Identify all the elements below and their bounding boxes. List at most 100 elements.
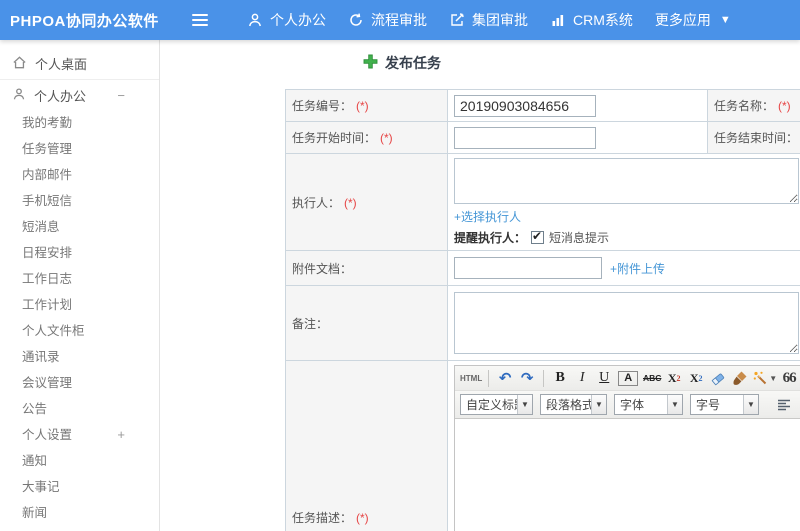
row-task-time: 任务开始时间：(*) 任务结束时间：(*): [285, 121, 800, 154]
font-family-select[interactable]: 字体 ▼: [614, 394, 683, 415]
redo-icon[interactable]: ↷: [517, 369, 537, 387]
magic-wand-icon[interactable]: ▼: [752, 369, 777, 387]
row-executor: 执行人：(*) +选择执行人 提醒执行人： 短消息提示: [285, 153, 800, 251]
nav-label: CRM系统: [573, 12, 633, 28]
nav-item-crm[interactable]: CRM系统: [539, 0, 644, 40]
row-task-number: 任务编号：(*) 任务名称：(*): [285, 89, 800, 122]
process-cycle-icon: [348, 12, 364, 28]
topbar: PHPOA协同办公软件 个人办公 流程审批 集团审批 CRM系统 更多应用 ▼: [0, 0, 800, 40]
page-title: 发布任务: [385, 55, 441, 71]
strikethrough-button[interactable]: ABC: [642, 369, 662, 387]
bar-chart-icon: [550, 12, 566, 28]
sidebar: 个人桌面 个人办公 − 我的考勤 任务管理 内部邮件 手机短信 短消息 日程安排…: [0, 40, 160, 531]
main-content: 发布任务 任务编号：(*) 任务名称：(*) 任务开始时间：(*): [160, 40, 800, 531]
eraser-icon[interactable]: [708, 369, 728, 387]
required-mark: (*): [778, 99, 791, 113]
sidebar-item-news[interactable]: 新闻: [0, 500, 159, 526]
rich-text-editor: HTML ↶ ↷ B I U A ABC X2 X2 ▼ 66 自定义标题 ▼ …: [454, 365, 800, 531]
sidebar-section-personal-office[interactable]: 个人办公 −: [0, 80, 159, 110]
nav-label: 集团审批: [472, 12, 528, 28]
edit-square-icon: [449, 12, 465, 28]
task-name-label-cell: 任务名称： (*): [707, 89, 800, 122]
heading-select[interactable]: 自定义标题 ▼: [460, 394, 533, 415]
hamburger-menu-icon[interactable]: [192, 14, 208, 26]
sidebar-item-work-log[interactable]: 工作日志: [0, 266, 159, 292]
row-description: 任务描述： (*) HTML ↶ ↷ B I U A ABC X 2 X 2 ▼…: [285, 360, 800, 531]
select-arrow-icon: ▼: [517, 395, 532, 414]
collapse-minus-icon[interactable]: −: [117, 88, 125, 103]
app-brand: PHPOA协同办公软件: [10, 12, 159, 30]
sidebar-item-work-plan[interactable]: 工作计划: [0, 292, 159, 318]
underline-button[interactable]: U: [594, 369, 614, 387]
sidebar-item-file-cabinet[interactable]: 个人文件柜: [0, 318, 159, 344]
sms-remind-label: 短消息提示: [549, 231, 610, 245]
html-source-button[interactable]: HTML: [460, 369, 482, 387]
sidebar-item-desktop[interactable]: 个人桌面: [0, 48, 159, 80]
row-remark: 备注：: [285, 285, 800, 361]
required-mark: (*): [356, 99, 369, 113]
nav-item-more-apps[interactable]: 更多应用 ▼: [644, 0, 742, 40]
remark-textarea[interactable]: [454, 292, 799, 354]
align-left-icon[interactable]: [774, 396, 794, 414]
nav-item-group-approval[interactable]: 集团审批: [438, 0, 539, 40]
sidebar-item-label: 个人办公: [34, 88, 87, 104]
remind-executor-label: 提醒执行人：: [454, 231, 527, 245]
format-brush-icon[interactable]: [730, 369, 750, 387]
start-time-input[interactable]: [454, 126, 596, 149]
bold-button[interactable]: B: [550, 369, 570, 387]
person-icon: [247, 12, 263, 28]
person-icon: [12, 87, 26, 104]
attachment-upload-link[interactable]: +附件上传: [610, 260, 665, 277]
task-number-input[interactable]: [454, 94, 596, 117]
expand-plus-icon[interactable]: +: [117, 422, 125, 448]
plus-icon: [363, 54, 378, 72]
nav-item-personal-office[interactable]: 个人办公: [236, 0, 337, 40]
row-attachment: 附件文档： +附件上传: [285, 250, 800, 286]
sidebar-item-meeting-management[interactable]: 会议管理: [0, 370, 159, 396]
sidebar-item-task-management[interactable]: 任务管理: [0, 136, 159, 162]
page-header: 发布任务: [363, 53, 800, 73]
editor-content-area[interactable]: [455, 419, 800, 531]
sidebar-item-short-message[interactable]: 短消息: [0, 214, 159, 240]
remark-label-cell: 备注：: [285, 285, 448, 361]
italic-button[interactable]: I: [572, 369, 592, 387]
nav-label: 流程审批: [371, 12, 427, 28]
sms-remind-checkbox[interactable]: [531, 229, 545, 244]
sidebar-item-mobile-sms[interactable]: 手机短信: [0, 188, 159, 214]
paragraph-format-select[interactable]: 段落格式 ▼: [540, 394, 607, 415]
font-style-button[interactable]: A: [618, 370, 639, 386]
blockquote-button[interactable]: 66: [779, 369, 799, 387]
select-arrow-icon: ▼: [591, 395, 606, 414]
sidebar-item-label: 个人桌面: [35, 57, 88, 72]
sidebar-item-announcement[interactable]: 公告: [0, 396, 159, 422]
attachment-input[interactable]: [454, 257, 602, 279]
sidebar-item-events[interactable]: 大事记: [0, 474, 159, 500]
choose-executor-link[interactable]: +选择执行人: [454, 210, 521, 224]
home-icon: [12, 55, 27, 73]
subscript-button[interactable]: X2: [686, 369, 706, 387]
sidebar-item-contacts[interactable]: 通讯录: [0, 344, 159, 370]
description-label-cell: 任务描述： (*): [285, 360, 448, 531]
sidebar-item-attendance[interactable]: 我的考勤: [0, 110, 159, 136]
sidebar-item-internal-mail[interactable]: 内部邮件: [0, 162, 159, 188]
required-mark: (*): [344, 195, 357, 210]
sidebar-item-notice[interactable]: 通知: [0, 448, 159, 474]
required-mark: (*): [380, 131, 393, 145]
select-arrow-icon: ▼: [743, 395, 758, 414]
nav-label: 更多应用: [654, 12, 711, 28]
caret-down-icon: ▼: [719, 14, 731, 26]
executor-label-cell: 执行人： (*): [285, 153, 448, 251]
select-arrow-icon: ▼: [667, 395, 682, 414]
font-size-select[interactable]: 字号 ▼: [690, 394, 759, 415]
end-time-label-cell: 任务结束时间：(*): [707, 121, 800, 154]
start-time-label-cell: 任务开始时间： (*): [285, 121, 448, 154]
publish-task-form: 任务编号：(*) 任务名称：(*) 任务开始时间：(*) 任务结束时间: [285, 89, 800, 531]
editor-toolbar-row1: HTML ↶ ↷ B I U A ABC X2 X2 ▼ 66: [455, 366, 800, 391]
superscript-button[interactable]: X2: [664, 369, 684, 387]
executor-textarea[interactable]: [454, 158, 799, 204]
sidebar-item-personal-settings[interactable]: 个人设置 +: [0, 422, 159, 448]
nav-item-process-approval[interactable]: 流程审批: [337, 0, 438, 40]
undo-icon[interactable]: ↶: [495, 369, 515, 387]
sidebar-item-schedule[interactable]: 日程安排: [0, 240, 159, 266]
attachment-label-cell: 附件文档：: [285, 250, 448, 286]
